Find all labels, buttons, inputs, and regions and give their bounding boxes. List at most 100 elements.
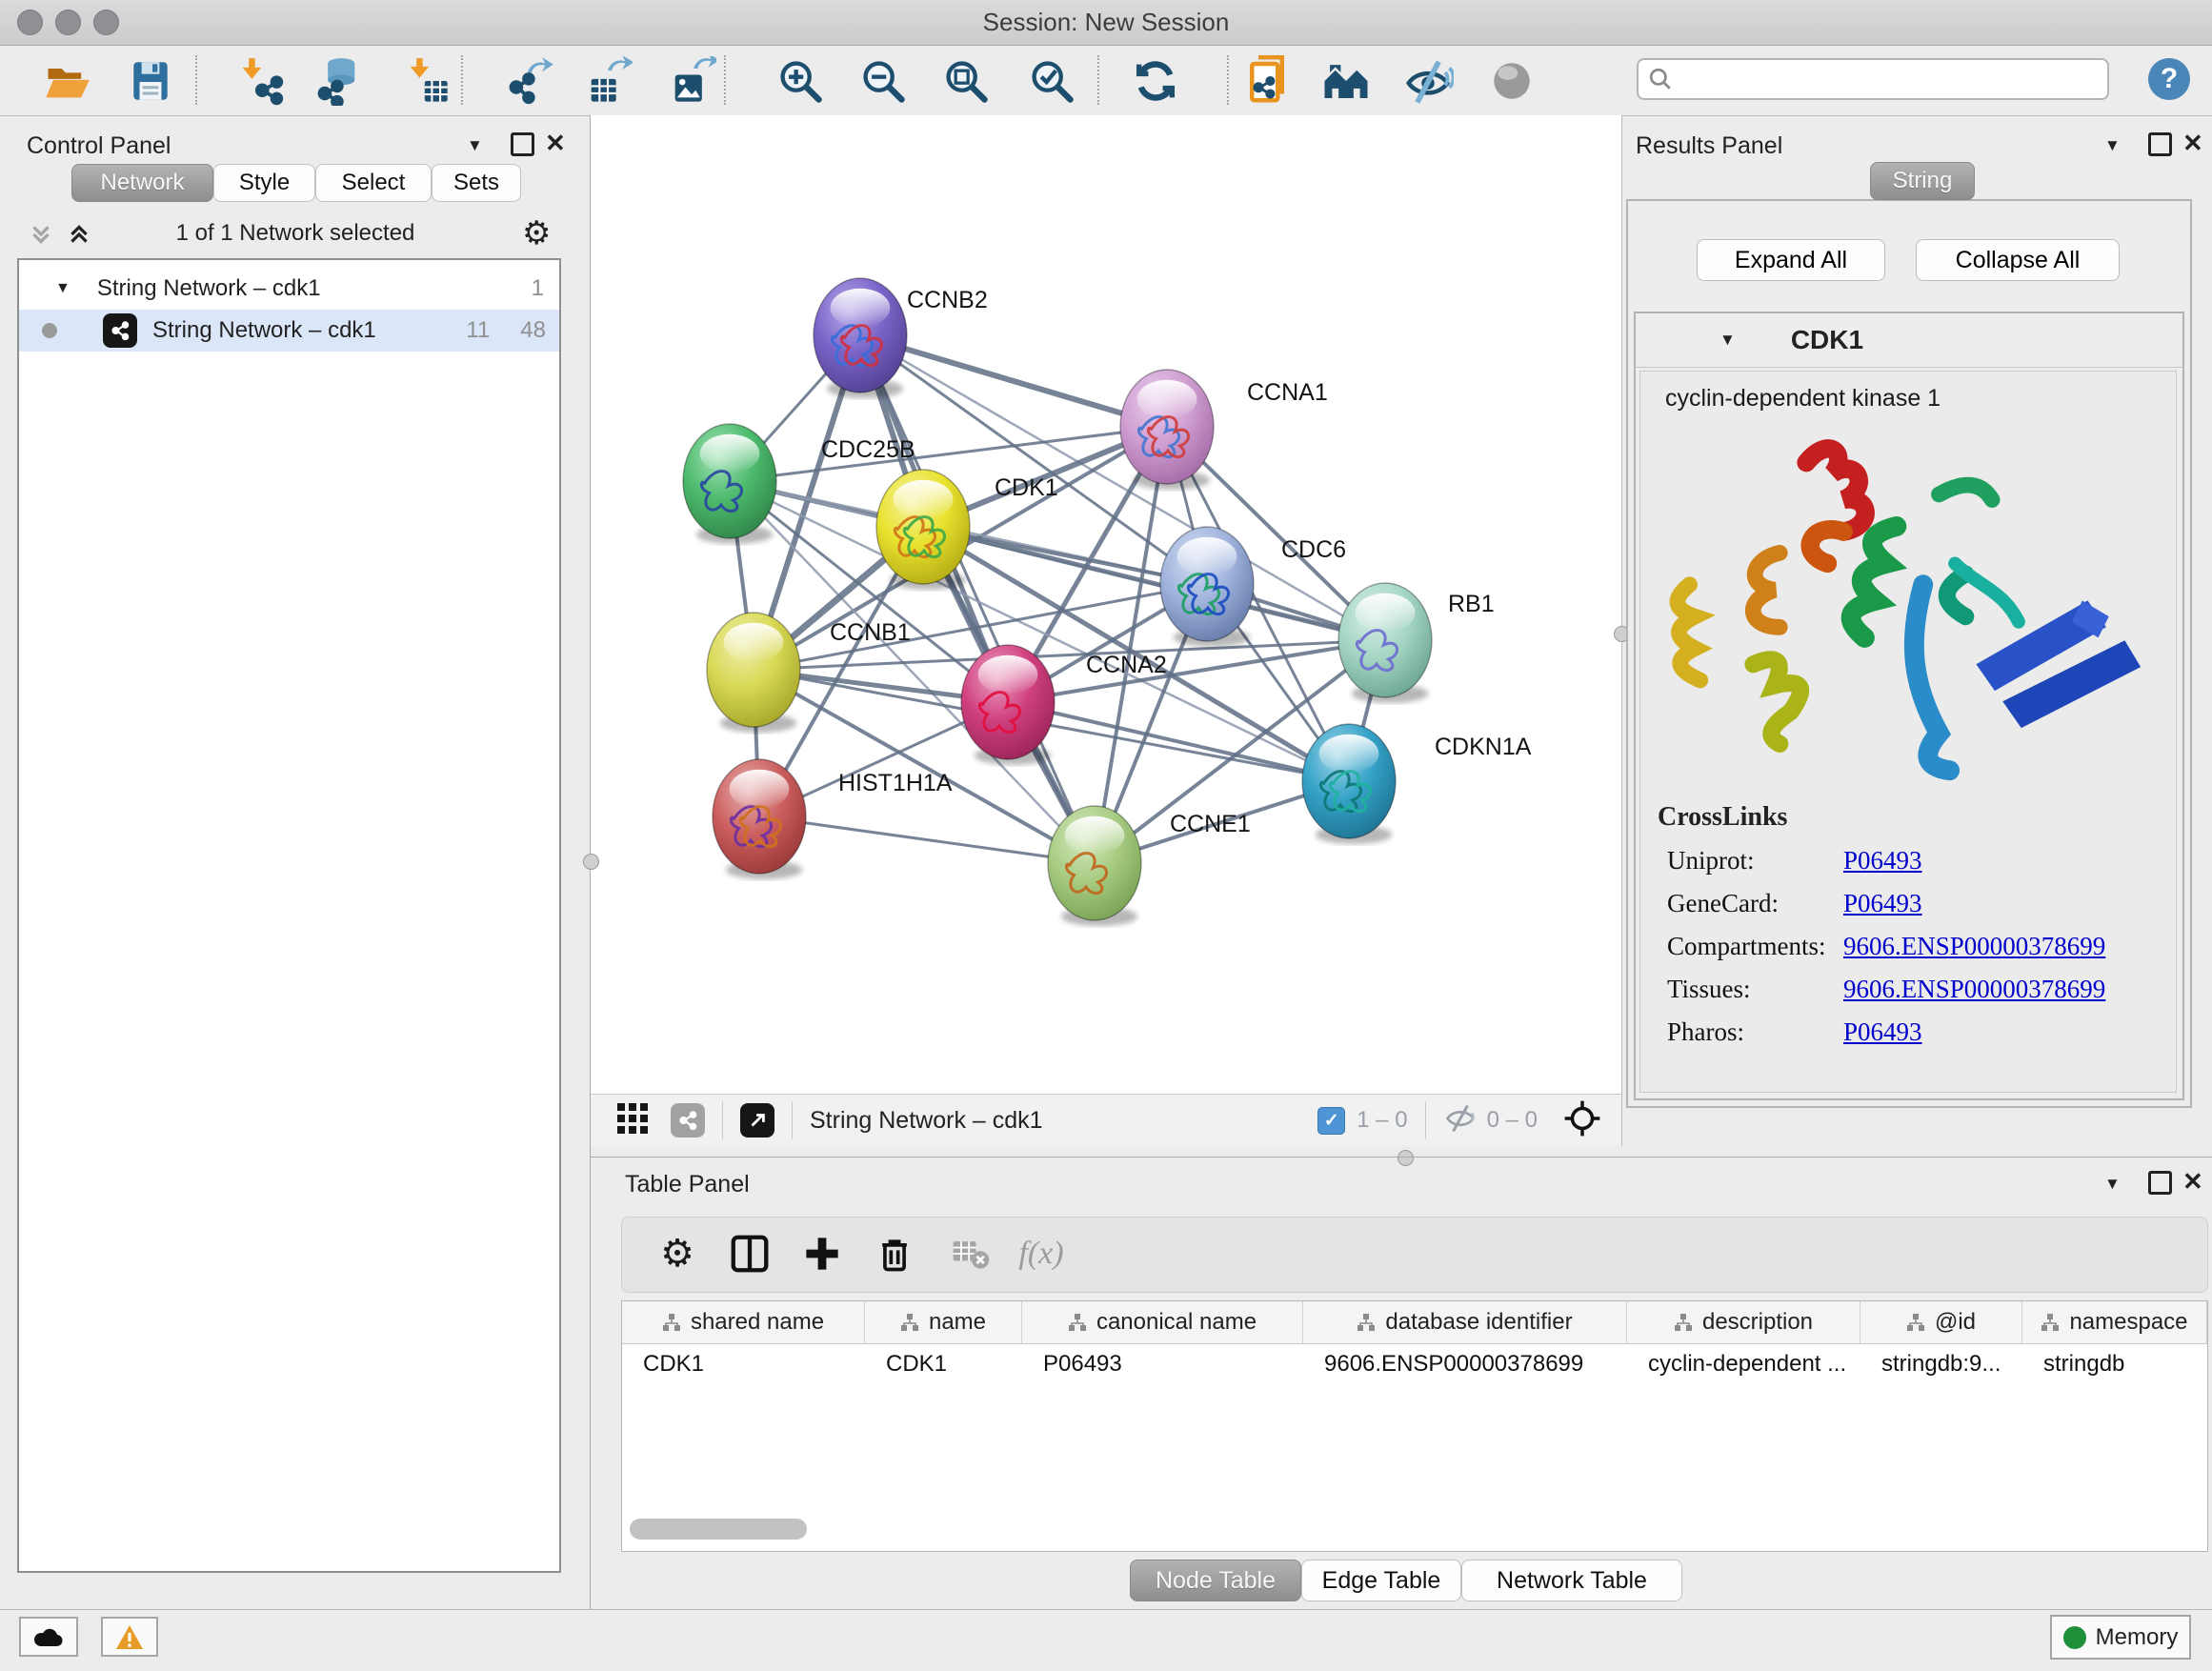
open-folder-icon[interactable] xyxy=(36,53,97,109)
tab-network-table[interactable]: Network Table xyxy=(1461,1560,1682,1601)
help-icon[interactable]: ? xyxy=(2148,58,2190,100)
gear-icon[interactable]: ⚙ xyxy=(522,214,551,252)
eye-slash-icon[interactable] xyxy=(1398,53,1458,109)
export-network-arrow-icon[interactable] xyxy=(499,53,560,109)
share-view-icon[interactable] xyxy=(671,1103,705,1137)
panel-float-icon[interactable] xyxy=(511,132,534,156)
column-header-name[interactable]: name xyxy=(865,1301,1022,1343)
import-network-arrow-icon[interactable] xyxy=(229,53,290,109)
double-house-icon[interactable] xyxy=(1316,53,1377,109)
tab-select[interactable]: Select xyxy=(315,164,432,202)
plus-icon[interactable] xyxy=(794,1225,851,1282)
node-table[interactable]: shared namenamecanonical namedatabase id… xyxy=(621,1300,2208,1552)
network-node-CDC6[interactable]: CDC6 xyxy=(1160,527,1346,647)
network-node-HIST1H1A[interactable]: HIST1H1A xyxy=(713,759,953,879)
network-node-CCNE1[interactable]: CCNE1 xyxy=(1048,806,1251,926)
network-node-RB1[interactable]: RB1 xyxy=(1338,583,1495,703)
panel-float-icon[interactable] xyxy=(2148,132,2172,156)
tree-expand-icon[interactable]: ▼ xyxy=(55,280,70,297)
splitter-handle[interactable] xyxy=(583,854,599,870)
tab-network[interactable]: Network xyxy=(71,164,213,202)
expand-all-button[interactable]: Expand All xyxy=(1697,239,1885,281)
import-table-icon[interactable] xyxy=(396,53,457,109)
column-header-description[interactable]: description xyxy=(1627,1301,1860,1343)
table-cell[interactable]: stringdb xyxy=(2022,1343,2207,1385)
columns-icon[interactable] xyxy=(721,1225,778,1282)
column-tree-icon xyxy=(1674,1313,1693,1332)
panel-float-icon[interactable] xyxy=(2148,1171,2172,1195)
network-canvas[interactable]: CCNB2CCNA1CDC25BCDK1CDC6RB1CCNB1CCNA2CDK… xyxy=(591,115,1622,1094)
column-header-canonical-name[interactable]: canonical name xyxy=(1022,1301,1303,1343)
document-network-icon[interactable] xyxy=(1237,53,1297,109)
zoom-out-icon[interactable] xyxy=(853,53,914,109)
panel-collapse-icon[interactable]: ▼ xyxy=(2104,1175,2121,1194)
zoom-selected-icon[interactable] xyxy=(1021,53,1082,109)
save-floppy-icon[interactable] xyxy=(120,53,181,109)
crosslink-link[interactable]: 9606.ENSP00000378699 xyxy=(1843,975,2105,1004)
crosslink-link[interactable]: 9606.ENSP00000378699 xyxy=(1843,932,2105,961)
gear-icon[interactable]: ⚙ xyxy=(649,1225,706,1282)
network-node-CCNA2[interactable]: CCNA2 xyxy=(961,645,1167,765)
sphere-eye-icon[interactable] xyxy=(1481,53,1542,109)
search-input[interactable] xyxy=(1673,65,2098,93)
memory-button[interactable]: Memory xyxy=(2050,1615,2191,1660)
table-cell[interactable]: CDK1 xyxy=(622,1343,865,1385)
collapse-all-icon[interactable] xyxy=(29,222,53,252)
collapse-all-button[interactable]: Collapse All xyxy=(1916,239,2120,281)
cloud-button[interactable] xyxy=(19,1617,78,1657)
import-database-icon[interactable] xyxy=(308,53,369,109)
crosslink-link[interactable]: P06493 xyxy=(1843,889,1922,918)
crosshair-icon[interactable] xyxy=(1562,1098,1602,1143)
panel-close-icon[interactable]: ✕ xyxy=(545,129,566,158)
section-collapse-icon[interactable]: ▼ xyxy=(1719,331,1736,350)
crosslink-link[interactable]: P06493 xyxy=(1843,1017,1922,1047)
search-field[interactable] xyxy=(1637,58,2109,100)
tab-style[interactable]: Style xyxy=(213,164,315,202)
network-node-CCNB2[interactable]: CCNB2 xyxy=(814,278,988,398)
tab-string[interactable]: String xyxy=(1870,162,1975,200)
table-cell[interactable]: P06493 xyxy=(1022,1343,1303,1385)
warning-button[interactable] xyxy=(101,1617,158,1657)
network-node-CDKN1A[interactable]: CDKN1A xyxy=(1302,724,1532,844)
network-node-CCNB1[interactable]: CCNB1 xyxy=(707,613,911,733)
network-node-CCNA1[interactable]: CCNA1 xyxy=(1120,370,1328,490)
panel-close-icon[interactable]: ✕ xyxy=(2182,129,2203,158)
tab-sets[interactable]: Sets xyxy=(432,164,521,202)
zoom-in-icon[interactable] xyxy=(770,53,831,109)
results-panel: Results Panel ▼ ✕ String Expand All Coll… xyxy=(1622,115,2212,1157)
table-cell[interactable]: 9606.ENSP00000378699 xyxy=(1303,1343,1627,1385)
delete-table-icon[interactable] xyxy=(942,1225,999,1282)
panel-collapse-icon[interactable]: ▼ xyxy=(2104,136,2121,155)
panel-collapse-icon[interactable]: ▼ xyxy=(467,136,483,155)
external-arrow-icon[interactable] xyxy=(740,1103,774,1137)
node-label-CCNB2: CCNB2 xyxy=(907,287,988,313)
circular-arrows-refresh-icon[interactable] xyxy=(1125,53,1186,109)
column-header-database-identifier[interactable]: database identifier xyxy=(1303,1301,1627,1343)
column-header--id[interactable]: @id xyxy=(1860,1301,2022,1343)
zoom-fit-icon[interactable] xyxy=(935,53,996,109)
tab-edge-table[interactable]: Edge Table xyxy=(1301,1560,1461,1601)
network-node-CDK1[interactable]: CDK1 xyxy=(876,470,1058,590)
grid-view-icon[interactable] xyxy=(615,1101,650,1140)
network-collection-row[interactable]: ▼ String Network – cdk1 1 xyxy=(19,268,559,310)
cloud-icon xyxy=(32,1625,65,1648)
table-cell[interactable]: cyclin-dependent ... xyxy=(1627,1343,1860,1385)
export-table-icon[interactable] xyxy=(577,53,638,109)
network-row-selected[interactable]: String Network – cdk1 11 48 xyxy=(19,310,559,352)
hidden-eye-slash-icon[interactable] xyxy=(1443,1104,1478,1137)
network-graph[interactable]: CCNB2CCNA1CDC25BCDK1CDC6RB1CCNB1CCNA2CDK… xyxy=(591,115,1621,1094)
cdk1-section-header[interactable]: ▼ CDK1 xyxy=(1636,313,2182,368)
panel-close-icon[interactable]: ✕ xyxy=(2182,1167,2203,1197)
table-cell[interactable]: stringdb:9... xyxy=(1860,1343,2022,1385)
expand-all-icon[interactable] xyxy=(67,222,91,252)
function-icon[interactable]: f(x) xyxy=(1013,1225,1070,1282)
table-cell[interactable]: CDK1 xyxy=(865,1343,1022,1385)
export-image-icon[interactable] xyxy=(661,53,722,109)
crosslink-link[interactable]: P06493 xyxy=(1843,846,1922,876)
column-header-namespace[interactable]: namespace xyxy=(2022,1301,2207,1343)
tab-node-table[interactable]: Node Table xyxy=(1130,1560,1301,1601)
trash-icon[interactable] xyxy=(866,1225,923,1282)
horizontal-scrollbar[interactable] xyxy=(630,1519,807,1540)
column-header-shared-name[interactable]: shared name xyxy=(622,1301,865,1343)
selected-checkbox[interactable]: ✓ xyxy=(1317,1107,1345,1135)
